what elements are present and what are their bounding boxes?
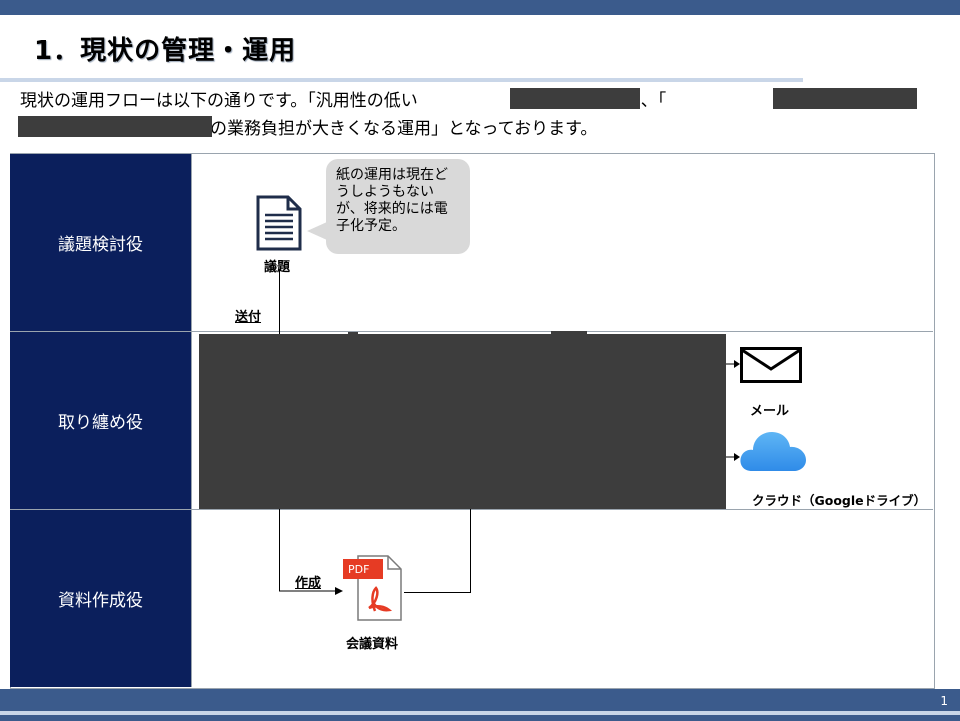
intro-part3: の業務負担が大きくなる運用」となっております。: [210, 119, 598, 139]
document-icon: [256, 195, 302, 251]
connector-line: [279, 270, 280, 340]
connector-line: [470, 509, 471, 593]
lane-document-author: 資料作成役: [10, 510, 191, 687]
lane-coordinator: 取り纏め役: [10, 332, 191, 509]
page-title: 1．現状の管理・運用: [34, 36, 297, 66]
lane-agenda-reviewer: 議題検討役: [10, 154, 191, 331]
cloud-label: クラウド（Googleドライブ）: [752, 493, 927, 508]
connector-line: [404, 592, 470, 593]
create-label: 作成: [295, 576, 322, 591]
lane-divider: [191, 153, 192, 687]
title-underline: [0, 78, 803, 82]
speech-bubble-tail: [307, 222, 327, 240]
footer-band: [0, 689, 960, 721]
redaction-box: [773, 88, 917, 109]
cloud-icon: [740, 432, 806, 471]
pdf-text: PDF: [348, 563, 370, 576]
arrow-to-mail: [726, 360, 740, 368]
meeting-doc-label: 会議資料: [346, 637, 399, 652]
lane-separator: [10, 331, 933, 332]
mail-label: メール: [750, 404, 790, 419]
mail-icon: [740, 347, 802, 383]
lane-separator: [10, 509, 933, 510]
redaction-box: [510, 88, 640, 109]
send-label: 送付: [235, 310, 262, 325]
page-number: 1: [940, 694, 948, 708]
intro-part1: 現状の運用フローは以下の通りです。「汎用性の低い: [20, 91, 418, 111]
redaction-box: [18, 116, 212, 137]
connector-line: [279, 509, 280, 591]
redaction-box: [199, 334, 726, 509]
top-band: [0, 0, 960, 15]
agenda-doc-label: 議題: [264, 260, 291, 275]
speech-bubble: 紙の運用は現在どうしようもないが、将来的には電子化予定。: [326, 159, 470, 254]
footer-stripe: [0, 711, 960, 715]
